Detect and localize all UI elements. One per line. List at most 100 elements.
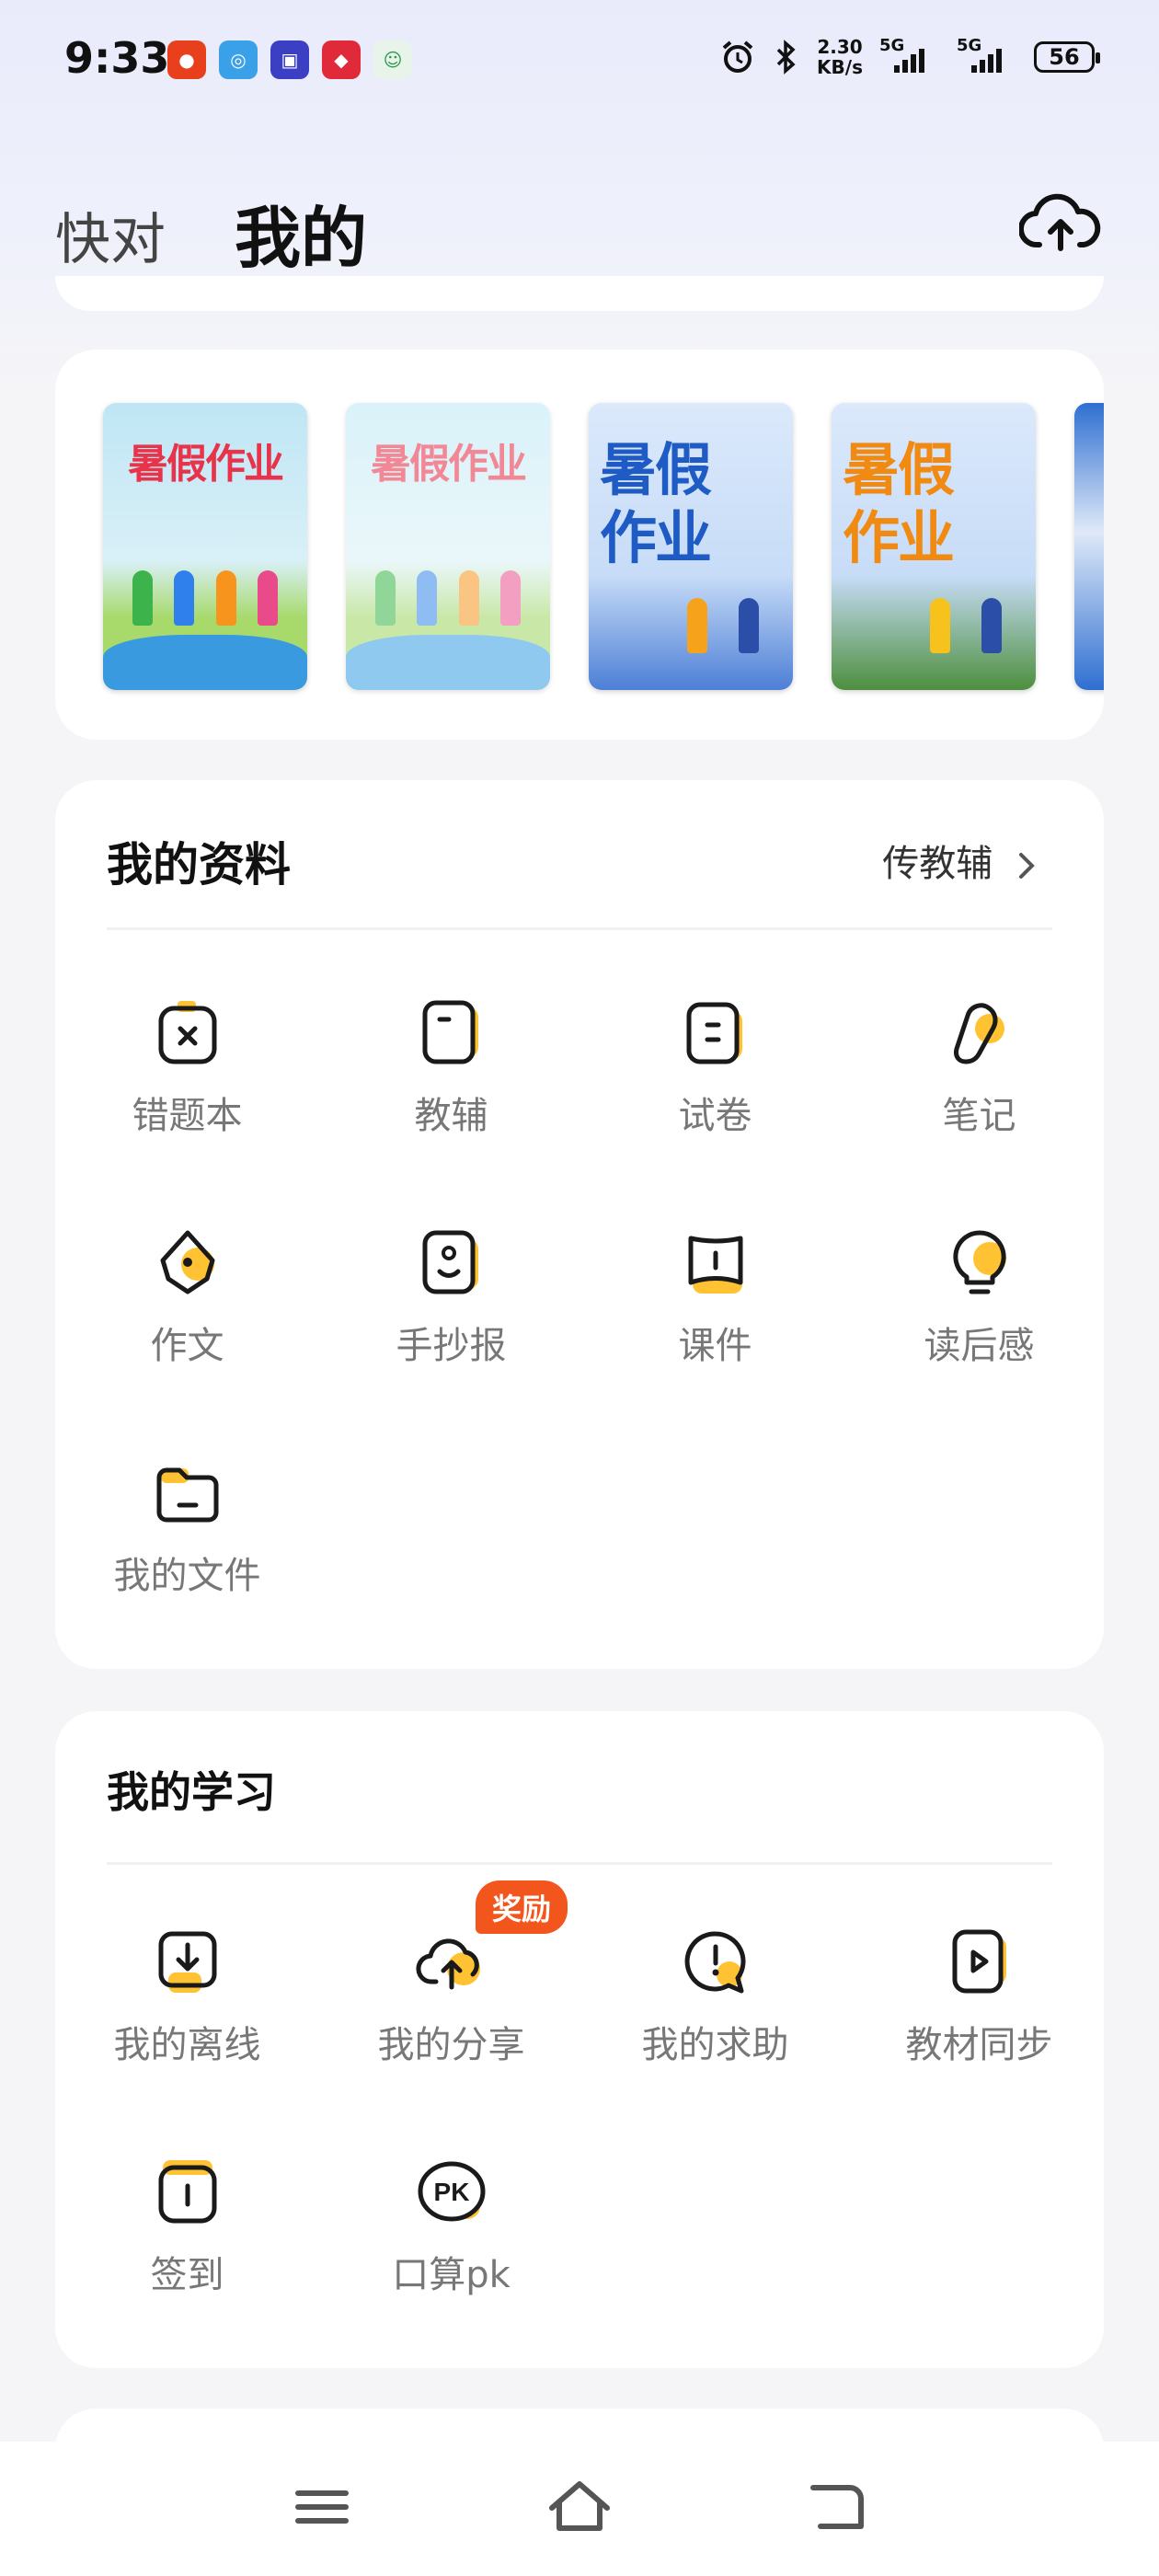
item-textbook-sync[interactable]: 教材同步 — [847, 1926, 1111, 2068]
cloud-upload-icon — [415, 1926, 488, 1998]
book-illustration — [364, 570, 532, 626]
section-divider — [107, 1862, 1052, 1865]
item-mistake-book[interactable]: 错题本 — [55, 997, 319, 1139]
item-label: 作文 — [150, 1325, 224, 1367]
item-label: 教辅 — [414, 1095, 488, 1137]
upload-materials-label: 传教辅 — [882, 843, 993, 885]
alarm-icon — [722, 40, 753, 73]
help-bubble-icon — [680, 1926, 752, 1998]
item-label: 错题本 — [132, 1095, 243, 1137]
pen-nib-icon — [152, 1227, 224, 1299]
item-label: 口算pk — [392, 2254, 511, 2296]
section-title: 我的学习 — [107, 1767, 276, 1817]
book-title-line2: 作业 — [843, 504, 955, 571]
item-label: 手抄报 — [396, 1325, 507, 1367]
book-illustration — [671, 598, 775, 653]
book-wave — [346, 635, 550, 690]
svg-text:PK: PK — [433, 2178, 469, 2206]
item-label: 教材同步 — [905, 2024, 1053, 2066]
reward-badge: 奖励 — [476, 1880, 568, 1934]
book-cover[interactable]: 暑假作业 — [103, 403, 307, 690]
courseware-icon — [680, 1227, 752, 1299]
download-icon — [152, 1926, 224, 1998]
book-illustration — [914, 598, 1017, 653]
app-notification-icon: ☺ — [373, 40, 412, 79]
section-title: 我的资料 — [107, 838, 291, 891]
my-materials-card: 我的资料 传教辅 错题本 教辅 试卷 笔记 作文 手抄报 课件 读后感 我的文件 — [55, 780, 1104, 1669]
signal-2-icon: 5G — [957, 36, 1017, 73]
item-my-offline[interactable]: 我的离线 — [55, 1926, 319, 2068]
item-label: 笔记 — [942, 1095, 1016, 1137]
item-handwritten-newspaper[interactable]: 手抄报 — [319, 1227, 583, 1369]
battery-icon: 56 — [1034, 41, 1100, 73]
book-wave — [103, 635, 307, 690]
tab-mine[interactable]: 我的 — [235, 184, 367, 281]
my-learning-card: 我的学习 我的离线 奖励 我的分享 我的求助 教材同步 签到 PK 口算pk — [55, 1711, 1104, 2368]
item-label: 我的文件 — [113, 1555, 261, 1597]
book-title: 暑假作业 — [371, 441, 527, 488]
folder-icon — [152, 1457, 224, 1529]
lightbulb-icon — [944, 1227, 1016, 1299]
home-icon[interactable] — [543, 2475, 616, 2539]
system-icons: 2.30 KB/s 5G 5G 56 — [719, 36, 1100, 77]
book-title-line2: 作业 — [600, 504, 712, 571]
sim2-label: 5G — [957, 36, 982, 55]
book-cover[interactable]: 暑假作业 — [346, 403, 550, 690]
collapsed-panel-edge — [55, 276, 1104, 311]
textbook-icon — [416, 997, 488, 1069]
recent-books-card: 暑假作业 暑假作业 暑假 作业 暑假 作业 — [55, 350, 1104, 740]
item-label: 读后感 — [924, 1325, 1035, 1367]
sim1-label: 5G — [879, 36, 905, 55]
book-cover-partial[interactable] — [1074, 403, 1104, 690]
play-book-icon — [944, 1926, 1016, 1998]
item-my-help[interactable]: 我的求助 — [583, 1926, 847, 2068]
exam-paper-icon — [680, 997, 752, 1069]
network-speed-unit: KB/s — [817, 56, 863, 78]
calendar-checkin-icon — [152, 2156, 224, 2228]
newspaper-icon — [416, 1227, 488, 1299]
item-my-share[interactable]: 奖励 我的分享 — [319, 1880, 583, 2068]
bluetooth-icon — [776, 40, 796, 75]
book-cover[interactable]: 暑假 作业 — [589, 403, 793, 690]
item-label: 试卷 — [678, 1095, 752, 1137]
book-cover[interactable]: 暑假 作业 — [832, 403, 1036, 690]
item-label: 签到 — [150, 2254, 224, 2296]
upload-materials-link[interactable]: 传教辅 — [882, 834, 1039, 887]
signal-1-icon: 5G — [879, 36, 940, 73]
battery-level: 56 — [1049, 44, 1080, 70]
item-exam-paper[interactable]: 试卷 — [583, 997, 847, 1139]
item-textbook[interactable]: 教辅 — [319, 997, 583, 1139]
app-notification-icon: ● — [167, 40, 206, 79]
tab-kuaidui[interactable]: 快对 — [55, 195, 166, 275]
item-label: 课件 — [678, 1325, 752, 1367]
status-bar: 9:33 ● ◎ ▣ ◆ ☺ 2.30 KB/s 5G 5G 56 — [0, 0, 1159, 120]
item-reading-notes[interactable]: 读后感 — [847, 1227, 1111, 1369]
item-composition[interactable]: 作文 — [55, 1227, 319, 1369]
app-notification-icon: ◆ — [322, 40, 361, 79]
item-label: 我的分享 — [377, 2024, 525, 2066]
mistake-book-icon — [152, 997, 224, 1069]
chevron-right-icon — [1019, 853, 1035, 879]
pk-icon: PK — [416, 2156, 488, 2228]
item-notes[interactable]: 笔记 — [847, 997, 1111, 1139]
item-my-files[interactable]: 我的文件 — [55, 1457, 319, 1599]
book-illustration — [121, 570, 289, 626]
item-label: 我的离线 — [113, 2024, 261, 2066]
book-title: 暑假作业 — [128, 441, 284, 488]
cloud-upload-button[interactable] — [1019, 191, 1102, 256]
item-label: 我的求助 — [641, 2024, 789, 2066]
network-speed-value: 2.30 — [817, 36, 863, 58]
app-notification-icon: ◎ — [219, 40, 258, 79]
section-divider — [107, 927, 1052, 930]
app-notification-icon: ▣ — [270, 40, 309, 79]
item-check-in[interactable]: 签到 — [55, 2156, 319, 2298]
notification-icons: ● ◎ ▣ ◆ ☺ — [167, 40, 412, 79]
menu-icon[interactable] — [285, 2475, 359, 2539]
back-icon[interactable] — [800, 2475, 874, 2539]
item-courseware[interactable]: 课件 — [583, 1227, 847, 1369]
note-pencil-icon — [944, 997, 1016, 1069]
network-speed: 2.30 KB/s — [817, 37, 863, 77]
system-navigation-bar — [0, 2442, 1159, 2576]
item-mental-math-pk[interactable]: PK 口算pk — [319, 2156, 583, 2298]
status-time: 9:33 — [64, 33, 170, 83]
